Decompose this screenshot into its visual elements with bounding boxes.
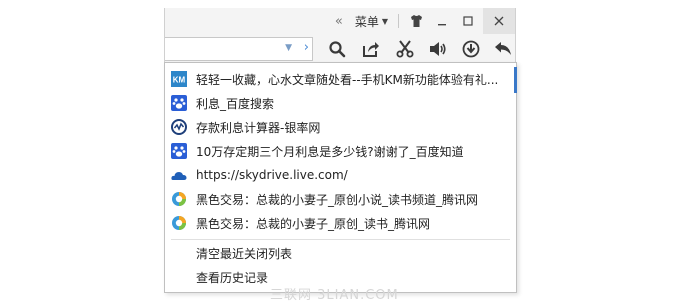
item-title: 黑色交易：总裁的小妻子_原创小说_读书频道_腾讯网 [196,192,479,207]
maximize-icon[interactable] [455,8,481,34]
address-bar[interactable]: ▼ › [165,37,313,61]
minimize-icon[interactable] [429,8,455,34]
item-title: 黑色交易：总裁的小妻子_原创_读书_腾讯网 [196,216,431,231]
list-item[interactable]: 存款利息计算器-银率网 [165,115,516,139]
qq-news-icon [171,215,187,231]
list-item[interactable]: 黑色交易：总裁的小妻子_原创_读书_腾讯网 [165,211,516,235]
divider [171,239,510,240]
clear-recent-button[interactable]: 清空最近关闭列表 [196,245,292,262]
address-input[interactable] [169,38,273,60]
go-icon[interactable]: › [304,40,309,55]
menu-label: 菜单 [354,14,379,29]
svg-text:KM: KM [173,76,186,85]
divider [398,14,399,28]
recently-closed-dropdown: KM 轻轻一收藏，心水文章随处看--手机KM新功能体验有礼... 利息_百度搜索… [164,62,517,293]
item-title: 利息_百度搜索 [196,96,275,111]
caret-down-icon: ▼ [381,16,388,26]
list-item[interactable]: https://skydrive.live.com/ [165,163,516,187]
back-arrow-icon[interactable] [492,38,514,60]
item-title: 10万存定期三个月利息是多少钱?谢谢了_百度知道 [196,144,464,159]
search-icon[interactable] [326,38,348,60]
item-title: 轻轻一收藏，心水文章随处看--手机KM新功能体验有礼... [196,72,499,87]
list-item[interactable]: 10万存定期三个月利息是多少钱?谢谢了_百度知道 [165,139,516,163]
share-icon[interactable] [360,38,382,60]
speaker-icon[interactable] [427,38,449,60]
shirt-icon[interactable] [403,8,429,34]
watermark: 三联网 3LIAN.COM [270,288,399,303]
double-chevron-left-icon[interactable]: « [329,8,349,34]
list-item[interactable]: 利息_百度搜索 [165,91,516,115]
list-item[interactable]: 黑色交易：总裁的小妻子_原创小说_读书频道_腾讯网 [165,187,516,211]
view-history-button[interactable]: 查看历史记录 [196,269,268,286]
title-bar: « 菜单 ▼ [165,8,515,34]
close-icon[interactable] [483,8,515,34]
qq-news-icon [171,191,187,207]
chevron-down-icon[interactable]: ▼ [285,43,292,53]
item-title: https://skydrive.live.com/ [196,168,348,182]
baidu-paw-icon [171,143,187,159]
onedrive-cloud-icon [171,167,187,183]
yinlv-icon [171,119,187,135]
item-title: 存款利息计算器-银率网 [196,120,321,135]
list-item[interactable]: KM 轻轻一收藏，心水文章随处看--手机KM新功能体验有礼... [165,67,516,91]
download-icon[interactable] [460,38,482,60]
menu-button[interactable]: 菜单 ▼ [349,8,394,34]
scissors-icon[interactable] [394,38,416,60]
km-icon: KM [171,71,187,87]
baidu-paw-icon [171,95,187,111]
